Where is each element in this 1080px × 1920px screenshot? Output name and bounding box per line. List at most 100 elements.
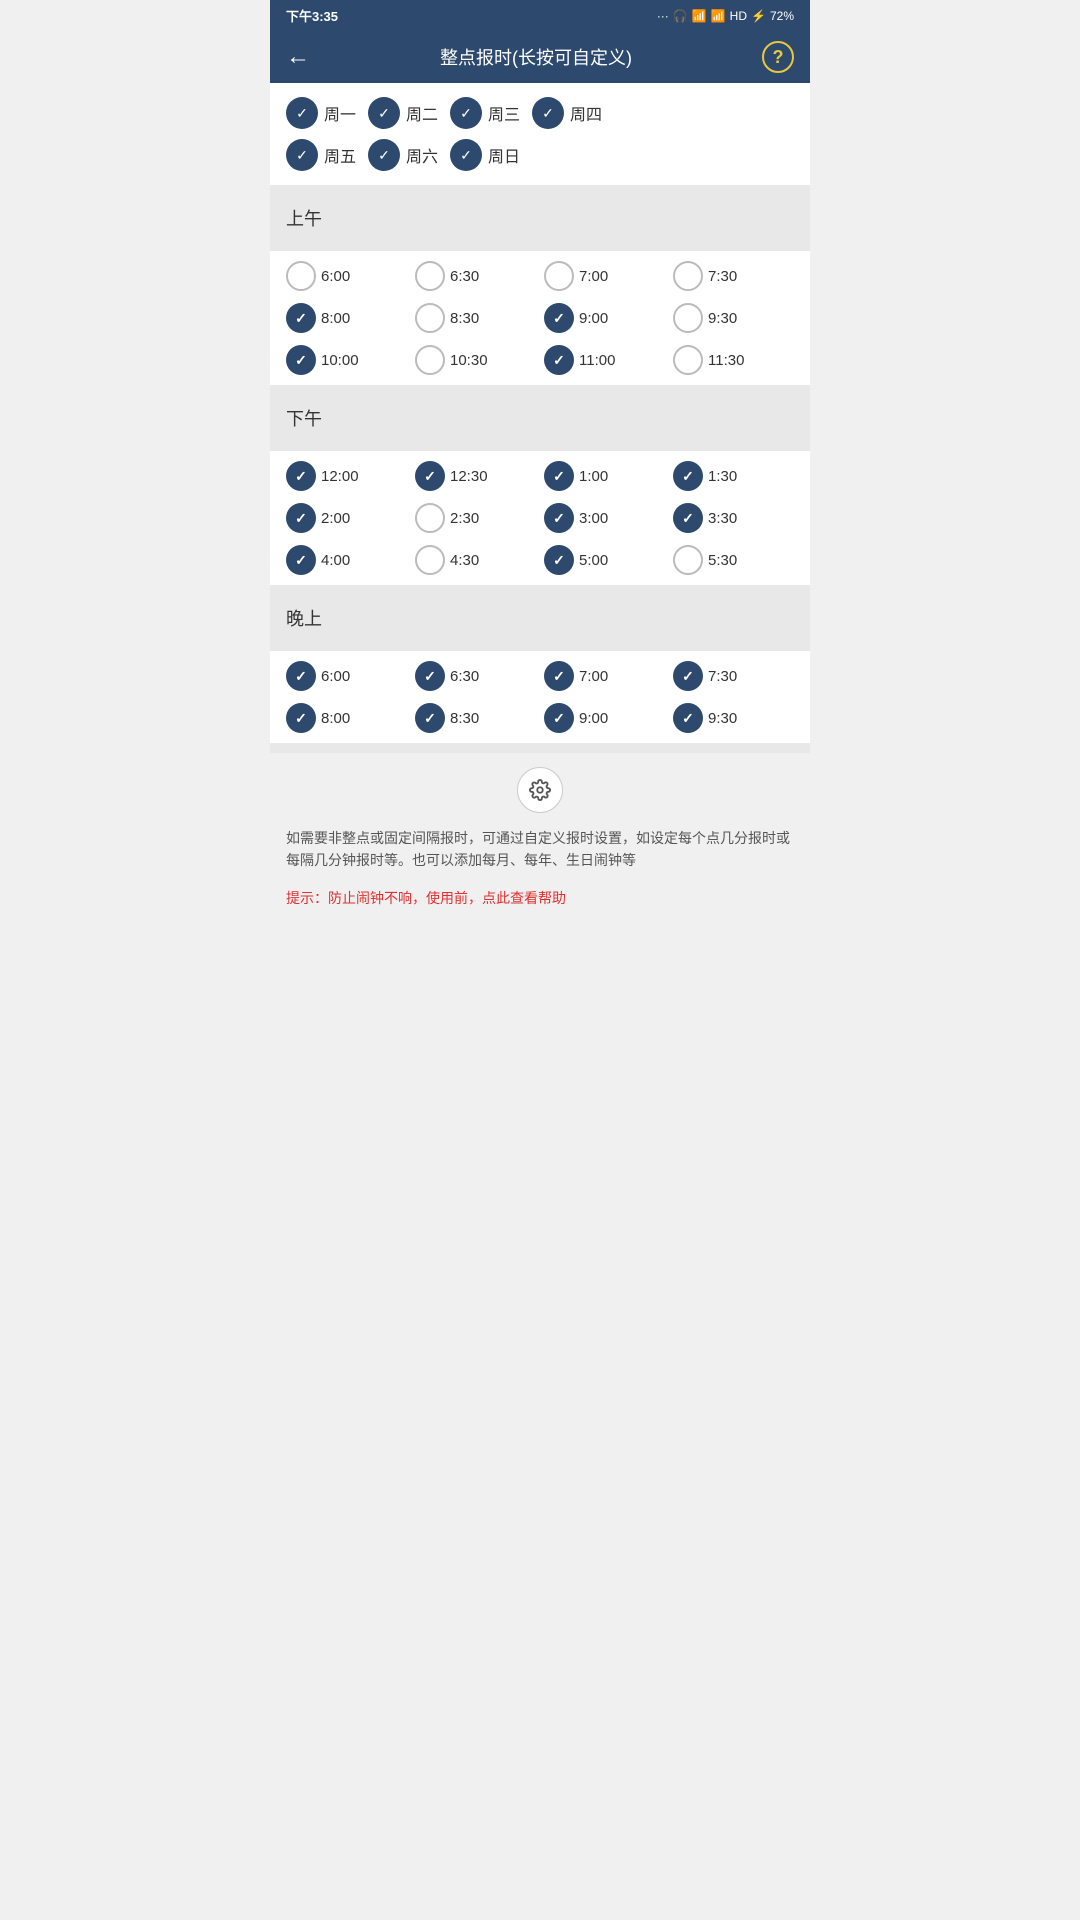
- day-sunday[interactable]: ✓ 周日: [450, 139, 520, 171]
- time-930-pm-label: 9:30: [708, 710, 737, 727]
- time-1030-am-circle: [415, 345, 445, 375]
- time-200-pm[interactable]: ✓ 2:00: [286, 503, 407, 533]
- time-800-am[interactable]: ✓ 8:00: [286, 303, 407, 333]
- time-630-pm[interactable]: ✓ 6:30: [415, 661, 536, 691]
- time-730-am[interactable]: 7:30: [673, 261, 794, 291]
- time-830-am[interactable]: 8:30: [415, 303, 536, 333]
- time-730-pm[interactable]: ✓ 7:30: [673, 661, 794, 691]
- day-monday[interactable]: ✓ 周一: [286, 97, 356, 129]
- hd-badge: HD: [730, 9, 747, 23]
- time-1030-am[interactable]: 10:30: [415, 345, 536, 375]
- footer-hint[interactable]: 提示：防止闹钟不响，使用前，点此查看帮助: [270, 882, 810, 924]
- day-thursday[interactable]: ✓ 周四: [532, 97, 602, 129]
- time-930-am[interactable]: 9:30: [673, 303, 794, 333]
- time-1000-am-circle: ✓: [286, 345, 316, 375]
- time-700-am-circle: [544, 261, 574, 291]
- day-saturday-label: 周六: [406, 143, 438, 167]
- settings-area: [270, 753, 810, 827]
- time-800-pm[interactable]: ✓ 8:00: [286, 703, 407, 733]
- day-row-1: ✓ 周一 ✓ 周二 ✓ 周三 ✓ 周四: [286, 97, 794, 129]
- time-1130-am-label: 11:30: [708, 352, 744, 369]
- time-1130-am[interactable]: 11:30: [673, 345, 794, 375]
- time-630-am-circle: [415, 261, 445, 291]
- time-400-pm[interactable]: ✓ 4:00: [286, 545, 407, 575]
- time-830-pm-circle: ✓: [415, 703, 445, 733]
- time-700-pm[interactable]: ✓ 7:00: [544, 661, 665, 691]
- day-wednesday-circle: ✓: [450, 97, 482, 129]
- time-130-pm[interactable]: ✓ 1:30: [673, 461, 794, 491]
- time-700-pm-label: 7:00: [579, 668, 608, 685]
- settings-button[interactable]: [517, 767, 563, 813]
- time-300-pm-label: 3:00: [579, 510, 608, 527]
- divider-afternoon-bottom: [270, 441, 810, 451]
- afternoon-grid: ✓ 12:00 ✓ 12:30 ✓ 1:00 ✓ 1:30 ✓ 2:00 2:3…: [286, 461, 794, 575]
- time-800-pm-circle: ✓: [286, 703, 316, 733]
- time-600-am[interactable]: 6:00: [286, 261, 407, 291]
- headphone-icon: 🎧: [673, 9, 688, 23]
- time-600-pm[interactable]: ✓ 6:00: [286, 661, 407, 691]
- time-1100-am[interactable]: ✓ 11:00: [544, 345, 665, 375]
- day-saturday[interactable]: ✓ 周六: [368, 139, 438, 171]
- time-230-pm[interactable]: 2:30: [415, 503, 536, 533]
- time-1030-am-label: 10:30: [450, 352, 488, 369]
- time-1200-pm[interactable]: ✓ 12:00: [286, 461, 407, 491]
- day-wednesday[interactable]: ✓ 周三: [450, 97, 520, 129]
- day-sunday-circle: ✓: [450, 139, 482, 171]
- status-time: 下午3:35: [286, 6, 338, 25]
- morning-grid: 6:00 6:30 7:00 7:30 ✓ 8:00 8:30 ✓ 9:00 9…: [286, 261, 794, 375]
- divider-morning: [270, 185, 810, 195]
- day-tuesday-label: 周二: [406, 101, 438, 125]
- time-530-pm-label: 5:30: [708, 552, 737, 569]
- time-900-pm-circle: ✓: [544, 703, 574, 733]
- charging-icon: ⚡: [751, 9, 766, 23]
- time-630-pm-label: 6:30: [450, 668, 479, 685]
- time-900-am[interactable]: ✓ 9:00: [544, 303, 665, 333]
- time-1230-pm[interactable]: ✓ 12:30: [415, 461, 536, 491]
- time-430-pm[interactable]: 4:30: [415, 545, 536, 575]
- time-900-pm[interactable]: ✓ 9:00: [544, 703, 665, 733]
- time-930-am-circle: [673, 303, 703, 333]
- page-title: 整点报时(长按可自定义): [310, 44, 762, 70]
- footer-description: 如需要非整点或固定间隔报时，可通过自定义报时设置，如设定每个点几分报时或每隔几分…: [270, 827, 810, 882]
- time-830-pm[interactable]: ✓ 8:30: [415, 703, 536, 733]
- divider-evening: [270, 585, 810, 595]
- time-600-pm-label: 6:00: [321, 668, 350, 685]
- time-130-pm-circle: ✓: [673, 461, 703, 491]
- evening-grid: ✓ 6:00 ✓ 6:30 ✓ 7:00 ✓ 7:30 ✓ 8:00 ✓ 8:3…: [286, 661, 794, 733]
- time-1000-am[interactable]: ✓ 10:00: [286, 345, 407, 375]
- divider-morning-bottom: [270, 241, 810, 251]
- time-1230-pm-label: 12:30: [450, 468, 488, 485]
- time-500-pm-label: 5:00: [579, 552, 608, 569]
- time-400-pm-circle: ✓: [286, 545, 316, 575]
- time-400-pm-label: 4:00: [321, 552, 350, 569]
- back-button[interactable]: ←: [286, 43, 310, 71]
- time-630-am[interactable]: 6:30: [415, 261, 536, 291]
- day-friday[interactable]: ✓ 周五: [286, 139, 356, 171]
- time-330-pm[interactable]: ✓ 3:30: [673, 503, 794, 533]
- help-button[interactable]: ?: [762, 41, 794, 73]
- time-530-pm[interactable]: 5:30: [673, 545, 794, 575]
- day-friday-label: 周五: [324, 143, 356, 167]
- day-friday-circle: ✓: [286, 139, 318, 171]
- time-100-pm-label: 1:00: [579, 468, 608, 485]
- header: ← 整点报时(长按可自定义) ?: [270, 31, 810, 83]
- time-530-pm-circle: [673, 545, 703, 575]
- time-600-am-label: 6:00: [321, 268, 350, 285]
- time-100-pm[interactable]: ✓ 1:00: [544, 461, 665, 491]
- day-selection: ✓ 周一 ✓ 周二 ✓ 周三 ✓ 周四 ✓ 周五 ✓ 周六 ✓ 周日: [270, 83, 810, 185]
- time-830-pm-label: 8:30: [450, 710, 479, 727]
- time-100-pm-circle: ✓: [544, 461, 574, 491]
- day-monday-label: 周一: [324, 101, 356, 125]
- time-930-pm[interactable]: ✓ 9:30: [673, 703, 794, 733]
- time-700-am[interactable]: 7:00: [544, 261, 665, 291]
- time-830-am-label: 8:30: [450, 310, 479, 327]
- status-bar: 下午3:35 ··· 🎧 📶 📶 HD ⚡ 72%: [270, 0, 810, 31]
- time-730-am-circle: [673, 261, 703, 291]
- day-row-2: ✓ 周五 ✓ 周六 ✓ 周日: [286, 139, 794, 171]
- day-tuesday[interactable]: ✓ 周二: [368, 97, 438, 129]
- time-1100-am-label: 11:00: [579, 352, 615, 369]
- time-800-pm-label: 8:00: [321, 710, 350, 727]
- divider-afternoon: [270, 385, 810, 395]
- time-300-pm[interactable]: ✓ 3:00: [544, 503, 665, 533]
- time-500-pm[interactable]: ✓ 5:00: [544, 545, 665, 575]
